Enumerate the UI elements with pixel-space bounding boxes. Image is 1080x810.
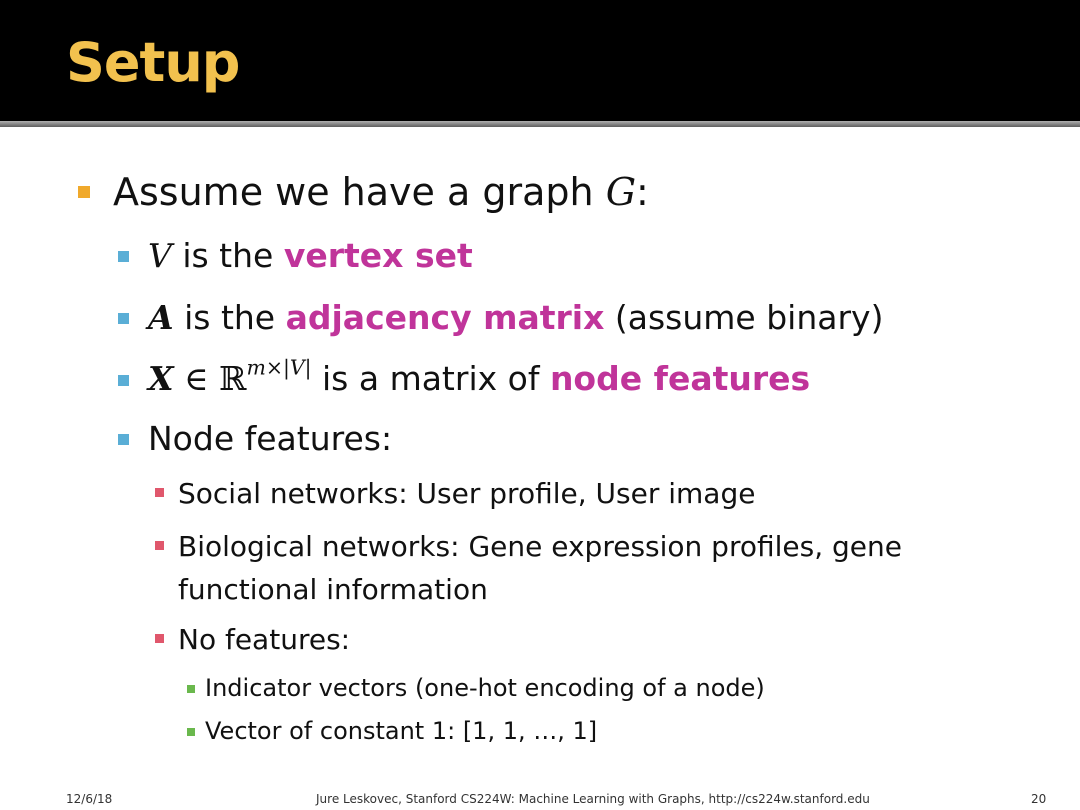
line-text: Indicator vectors (one-hot encoding of a… [205, 674, 765, 702]
bullet-level3 [155, 634, 164, 643]
bullet-no-features: No features: [178, 623, 350, 656]
line-text: is a matrix of [311, 359, 550, 398]
bullet-level3 [155, 541, 164, 550]
bullet-level4 [187, 685, 195, 693]
line-text: Social networks: User profile, User imag… [178, 477, 756, 510]
bullet-level3 [155, 488, 164, 497]
bullet-adjacency-matrix: A is the adjacency matrix (assume binary… [148, 298, 883, 337]
footer-date: 12/6/18 [66, 792, 113, 806]
slide-title: Setup [66, 31, 240, 94]
bullet-social-networks: Social networks: User profile, User imag… [178, 477, 755, 510]
math-real-set: ℝ [219, 359, 247, 398]
bullet-biological-networks-cont: functional information [178, 573, 488, 606]
bullet-vertex-set: V is the vertex set [148, 236, 473, 275]
line-text: Vector of constant 1: [1, 1, …, 1] [205, 717, 598, 745]
math-symbol-g: G [605, 170, 637, 214]
page-number: 20 [1031, 792, 1047, 806]
bullet-level2 [118, 434, 129, 445]
bullet-level2 [118, 375, 129, 386]
bullet-level4 [187, 728, 195, 736]
line-tail: (assume binary) [604, 298, 884, 337]
bullet-assume-graph: Assume we have a graph G: [113, 170, 649, 214]
bullet-indicator-vectors: Indicator vectors (one-hot encoding of a… [205, 674, 765, 702]
highlight-term: node features [549, 359, 811, 398]
highlight-term: adjacency matrix [285, 298, 605, 337]
line-text: is the [171, 236, 284, 275]
math-symbol-x: X [148, 359, 174, 398]
line-text: No features: [178, 623, 351, 656]
line-text: Node features: [148, 419, 393, 458]
bullet-constant-vector: Vector of constant 1: [1, 1, …, 1] [205, 717, 597, 745]
math-symbol-v: V [148, 236, 172, 275]
bullet-level2 [118, 313, 129, 324]
line-tail: : [636, 170, 649, 214]
line-text: is the [173, 298, 286, 337]
footer-citation: Jure Leskovec, Stanford CS224W: Machine … [316, 792, 870, 806]
highlight-term: vertex set [283, 236, 473, 275]
line-text: Biological networks: Gene expression pro… [178, 530, 902, 563]
line-text: Assume we have a graph [113, 170, 606, 214]
bullet-level2 [118, 251, 129, 262]
bullet-level1 [78, 186, 90, 198]
line-text: functional information [178, 573, 488, 606]
math-superscript: m×|V| [246, 355, 312, 380]
bullet-node-features: Node features: [148, 419, 392, 458]
bullet-biological-networks: Biological networks: Gene expression pro… [178, 530, 902, 563]
title-divider [0, 121, 1080, 127]
math-symbol-a: A [148, 298, 174, 337]
bullet-node-feature-matrix: X ∈ ℝm×|V| is a matrix of node features [148, 355, 811, 398]
math-element-of: ∈ [173, 359, 220, 398]
